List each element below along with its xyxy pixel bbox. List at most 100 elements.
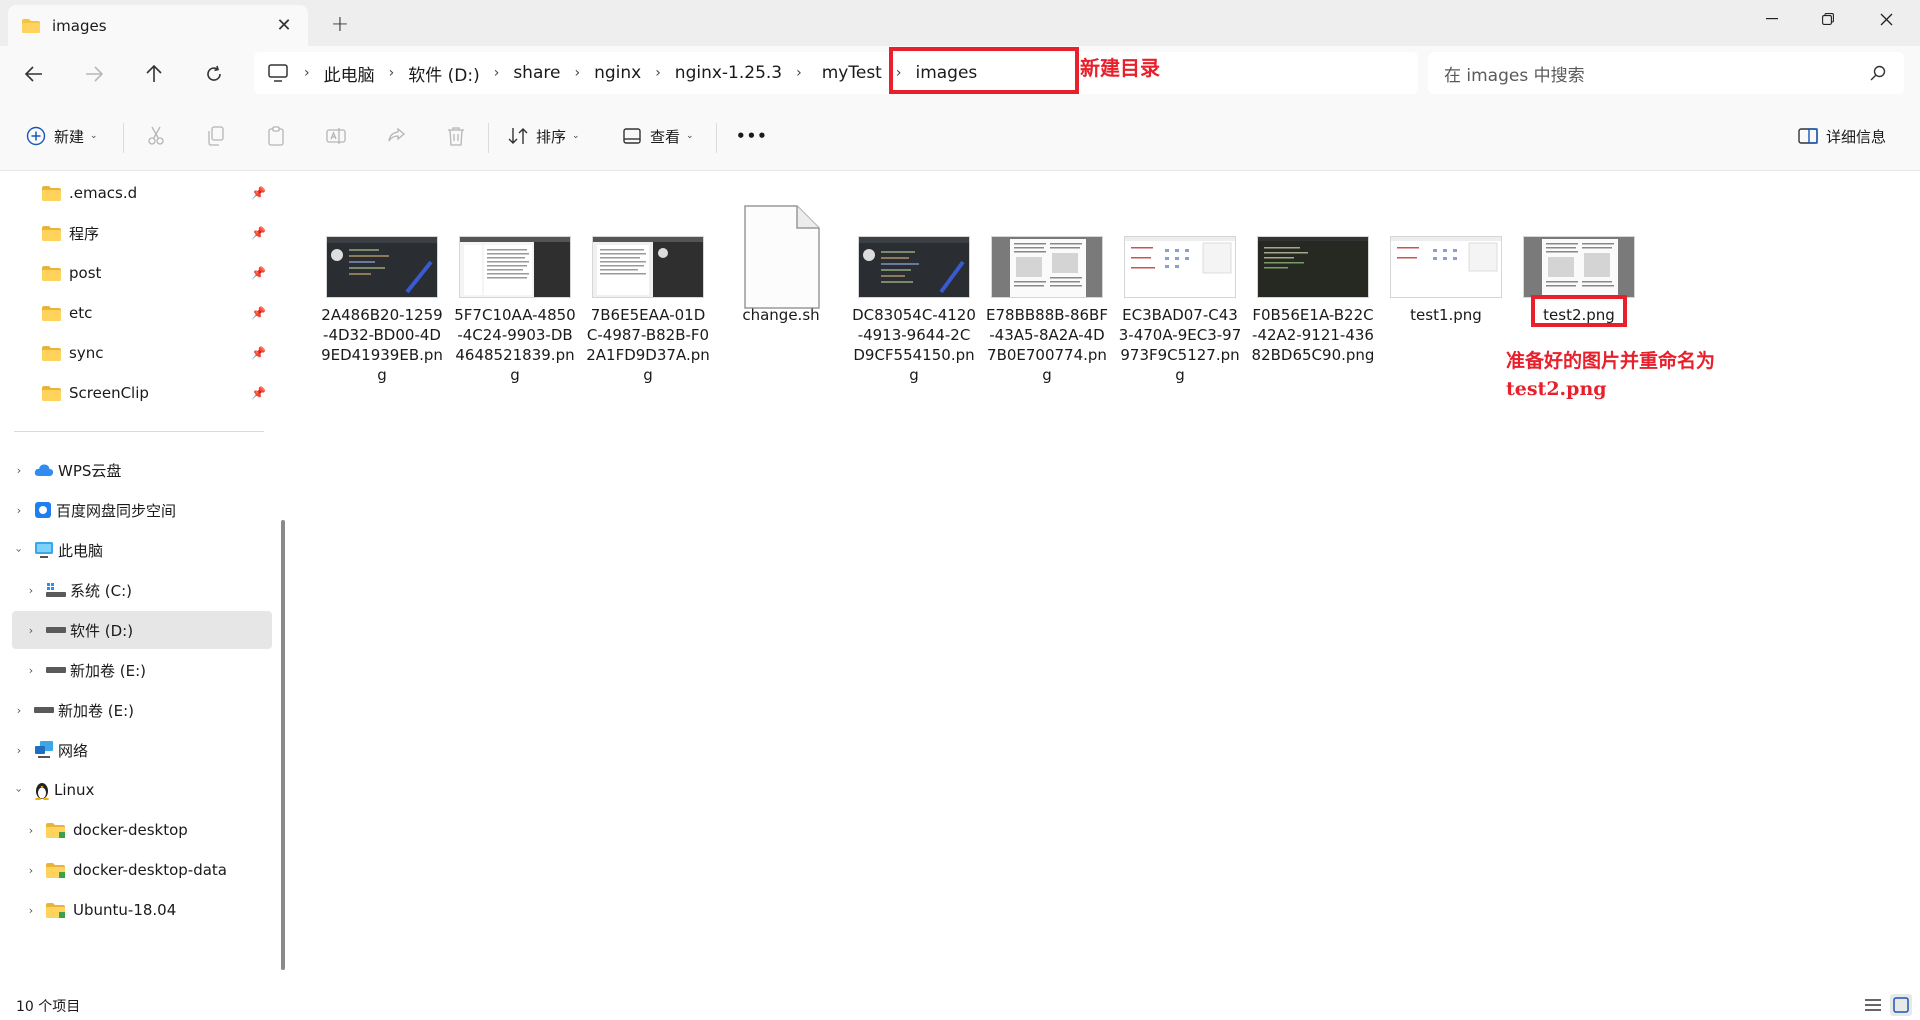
details-view-button[interactable]	[1862, 994, 1884, 1016]
nav-label: 百度网盘同步空间	[56, 501, 177, 520]
close-icon	[1880, 13, 1892, 25]
breadcrumb-nginx[interactable]: nginx	[584, 63, 651, 83]
cut-icon[interactable]	[145, 125, 167, 147]
quick-access-post[interactable]: post 📌	[12, 254, 272, 292]
breadcrumb-separator: ›	[388, 65, 395, 81]
rename-icon[interactable]	[325, 125, 347, 147]
pin-icon: 📌	[251, 266, 266, 280]
nav-docker-desktop-data[interactable]: › docker-desktop-data	[12, 851, 272, 889]
file-name: DC83054C-4120-4913-9644-2CD9CF554150.png	[852, 306, 976, 384]
arrow-right-icon	[86, 66, 103, 82]
nav-network[interactable]: › 网络	[12, 731, 272, 769]
breadcrumb-this-pc[interactable]: 此电脑	[314, 61, 385, 86]
nav-wps-cloud[interactable]: › WPS云盘	[12, 451, 272, 489]
image-thumbnail	[1523, 236, 1635, 298]
file-name: E78BB88B-86BF-43A5-8A2A-4D7B0E700774.png	[986, 306, 1108, 384]
quick-access-screenclip[interactable]: ScreenClip 📌	[12, 374, 272, 412]
back-button[interactable]	[16, 56, 52, 92]
address-bar[interactable]: › 此电脑 › 软件 (D:) › share › nginx › nginx-…	[254, 52, 1418, 94]
file-item[interactable]: change.sh	[716, 188, 846, 325]
file-item[interactable]: 2A486B20-1259-4D32-BD00-4D9ED41939EB.png	[317, 188, 447, 385]
nav-label: docker-desktop-data	[73, 861, 227, 879]
quick-access-emacs[interactable]: .emacs.d 📌	[12, 174, 272, 212]
breadcrumb-separator: ›	[493, 65, 500, 81]
nav-drive-e-root[interactable]: › 新加卷 (E:)	[12, 691, 272, 729]
annotation-box-test2	[1531, 295, 1627, 327]
pin-icon: 📌	[251, 386, 266, 400]
more-button[interactable]: •••	[736, 118, 768, 154]
drive-icon	[46, 626, 66, 634]
nav-ubuntu[interactable]: › Ubuntu-18.04	[12, 891, 272, 929]
nav-docker-desktop[interactable]: › docker-desktop	[12, 811, 272, 849]
file-item[interactable]: test1.png	[1381, 188, 1511, 325]
cloud-icon	[34, 463, 54, 477]
details-pane-button[interactable]: 详细信息	[1798, 118, 1886, 154]
file-item[interactable]: EC3BAD07-C433-470A-9EC3-97973F9C5127.png	[1115, 188, 1245, 385]
new-tab-button[interactable]: +	[326, 10, 354, 38]
nav-label: docker-desktop	[73, 821, 188, 839]
chevron-down-icon: ⌄	[572, 131, 580, 141]
breadcrumb-mytest[interactable]: myTest	[806, 63, 892, 83]
close-window-button[interactable]	[1858, 0, 1914, 38]
forward-button[interactable]	[76, 56, 112, 92]
nav-this-pc[interactable]: › 此电脑	[12, 531, 272, 569]
sort-button[interactable]: 排序 ⌄	[508, 118, 580, 154]
file-item[interactable]: 5F7C10AA-4850-4C24-9903-DB4648521839.png	[450, 188, 580, 385]
restore-button[interactable]	[1800, 0, 1856, 38]
annotation-new-folder: 新建目录	[1080, 56, 1160, 80]
breadcrumb-share[interactable]: share	[503, 63, 570, 83]
file-name: 5F7C10AA-4850-4C24-9903-DB4648521839.png	[454, 306, 576, 384]
computer-icon	[34, 541, 54, 559]
folder-icon	[42, 345, 61, 361]
refresh-button[interactable]	[196, 56, 232, 92]
chevron-right-icon: ›	[28, 863, 34, 877]
chevron-right-icon: ›	[28, 583, 34, 597]
image-thumbnail	[459, 236, 571, 298]
pin-icon: 📌	[251, 226, 266, 240]
tab-title: images	[52, 16, 107, 35]
new-label: 新建	[54, 127, 85, 146]
delete-icon[interactable]	[445, 125, 467, 147]
new-button[interactable]: 新建 ⌄	[26, 118, 98, 154]
minimize-button[interactable]	[1744, 0, 1800, 38]
restore-icon	[1822, 13, 1834, 25]
thumbnail-view-button[interactable]	[1890, 994, 1912, 1016]
search-box[interactable]: 在 images 中搜索	[1428, 52, 1904, 94]
view-label: 查看	[650, 127, 681, 146]
close-tab-icon[interactable]: ✕	[272, 13, 296, 37]
file-item[interactable]: E78BB88B-86BF-43A5-8A2A-4D7B0E700774.png	[982, 188, 1112, 385]
tab-images[interactable]: images ✕	[8, 5, 308, 46]
quick-access-sync[interactable]: sync 📌	[12, 334, 272, 372]
image-thumbnail	[592, 236, 704, 298]
file-item[interactable]: F0B56E1A-B22C-42A2-9121-43682BD65C90.png	[1248, 188, 1378, 365]
nav-baidu-sync[interactable]: › 百度网盘同步空间	[12, 491, 272, 529]
up-button[interactable]	[136, 56, 172, 92]
nav-label: 软件 (D:)	[70, 621, 134, 640]
sidebar-scrollbar[interactable]	[281, 520, 285, 970]
file-item[interactable]: DC83054C-4120-4913-9644-2CD9CF554150.png	[849, 188, 979, 385]
folder-icon	[42, 305, 61, 321]
nav-linux[interactable]: › Linux	[12, 771, 272, 809]
quick-access-etc[interactable]: etc 📌	[12, 294, 272, 332]
paste-icon[interactable]	[265, 125, 287, 147]
copy-icon[interactable]	[205, 125, 227, 147]
chevron-down-icon: ›	[12, 547, 26, 553]
breadcrumb-nginx-version[interactable]: nginx-1.25.3	[665, 63, 792, 83]
view-button[interactable]: 查看 ⌄	[622, 118, 694, 154]
pin-icon: 📌	[251, 186, 266, 200]
nav-drive-e[interactable]: › 新加卷 (E:)	[12, 651, 272, 689]
nav-label: ScreenClip	[69, 384, 149, 402]
nav-label: 此电脑	[58, 541, 104, 560]
drive-icon	[34, 706, 54, 714]
quick-access-programs[interactable]: 程序 📌	[12, 214, 272, 252]
nav-drive-d[interactable]: › 软件 (D:)	[12, 611, 272, 649]
share-icon[interactable]	[385, 125, 407, 147]
search-icon	[1870, 65, 1886, 81]
breadcrumb-separator: ›	[655, 65, 661, 81]
nav-drive-c[interactable]: › 系统 (C:)	[12, 571, 272, 609]
nav-label: 新加卷 (E:)	[58, 701, 135, 720]
blank-file-icon	[744, 205, 820, 309]
baidu-netdisk-icon	[34, 501, 52, 519]
breadcrumb-drive-d[interactable]: 软件 (D:)	[398, 61, 490, 86]
file-item[interactable]: 7B6E5EAA-01DC-4987-B82B-F02A1FD9D37A.png	[583, 188, 713, 385]
